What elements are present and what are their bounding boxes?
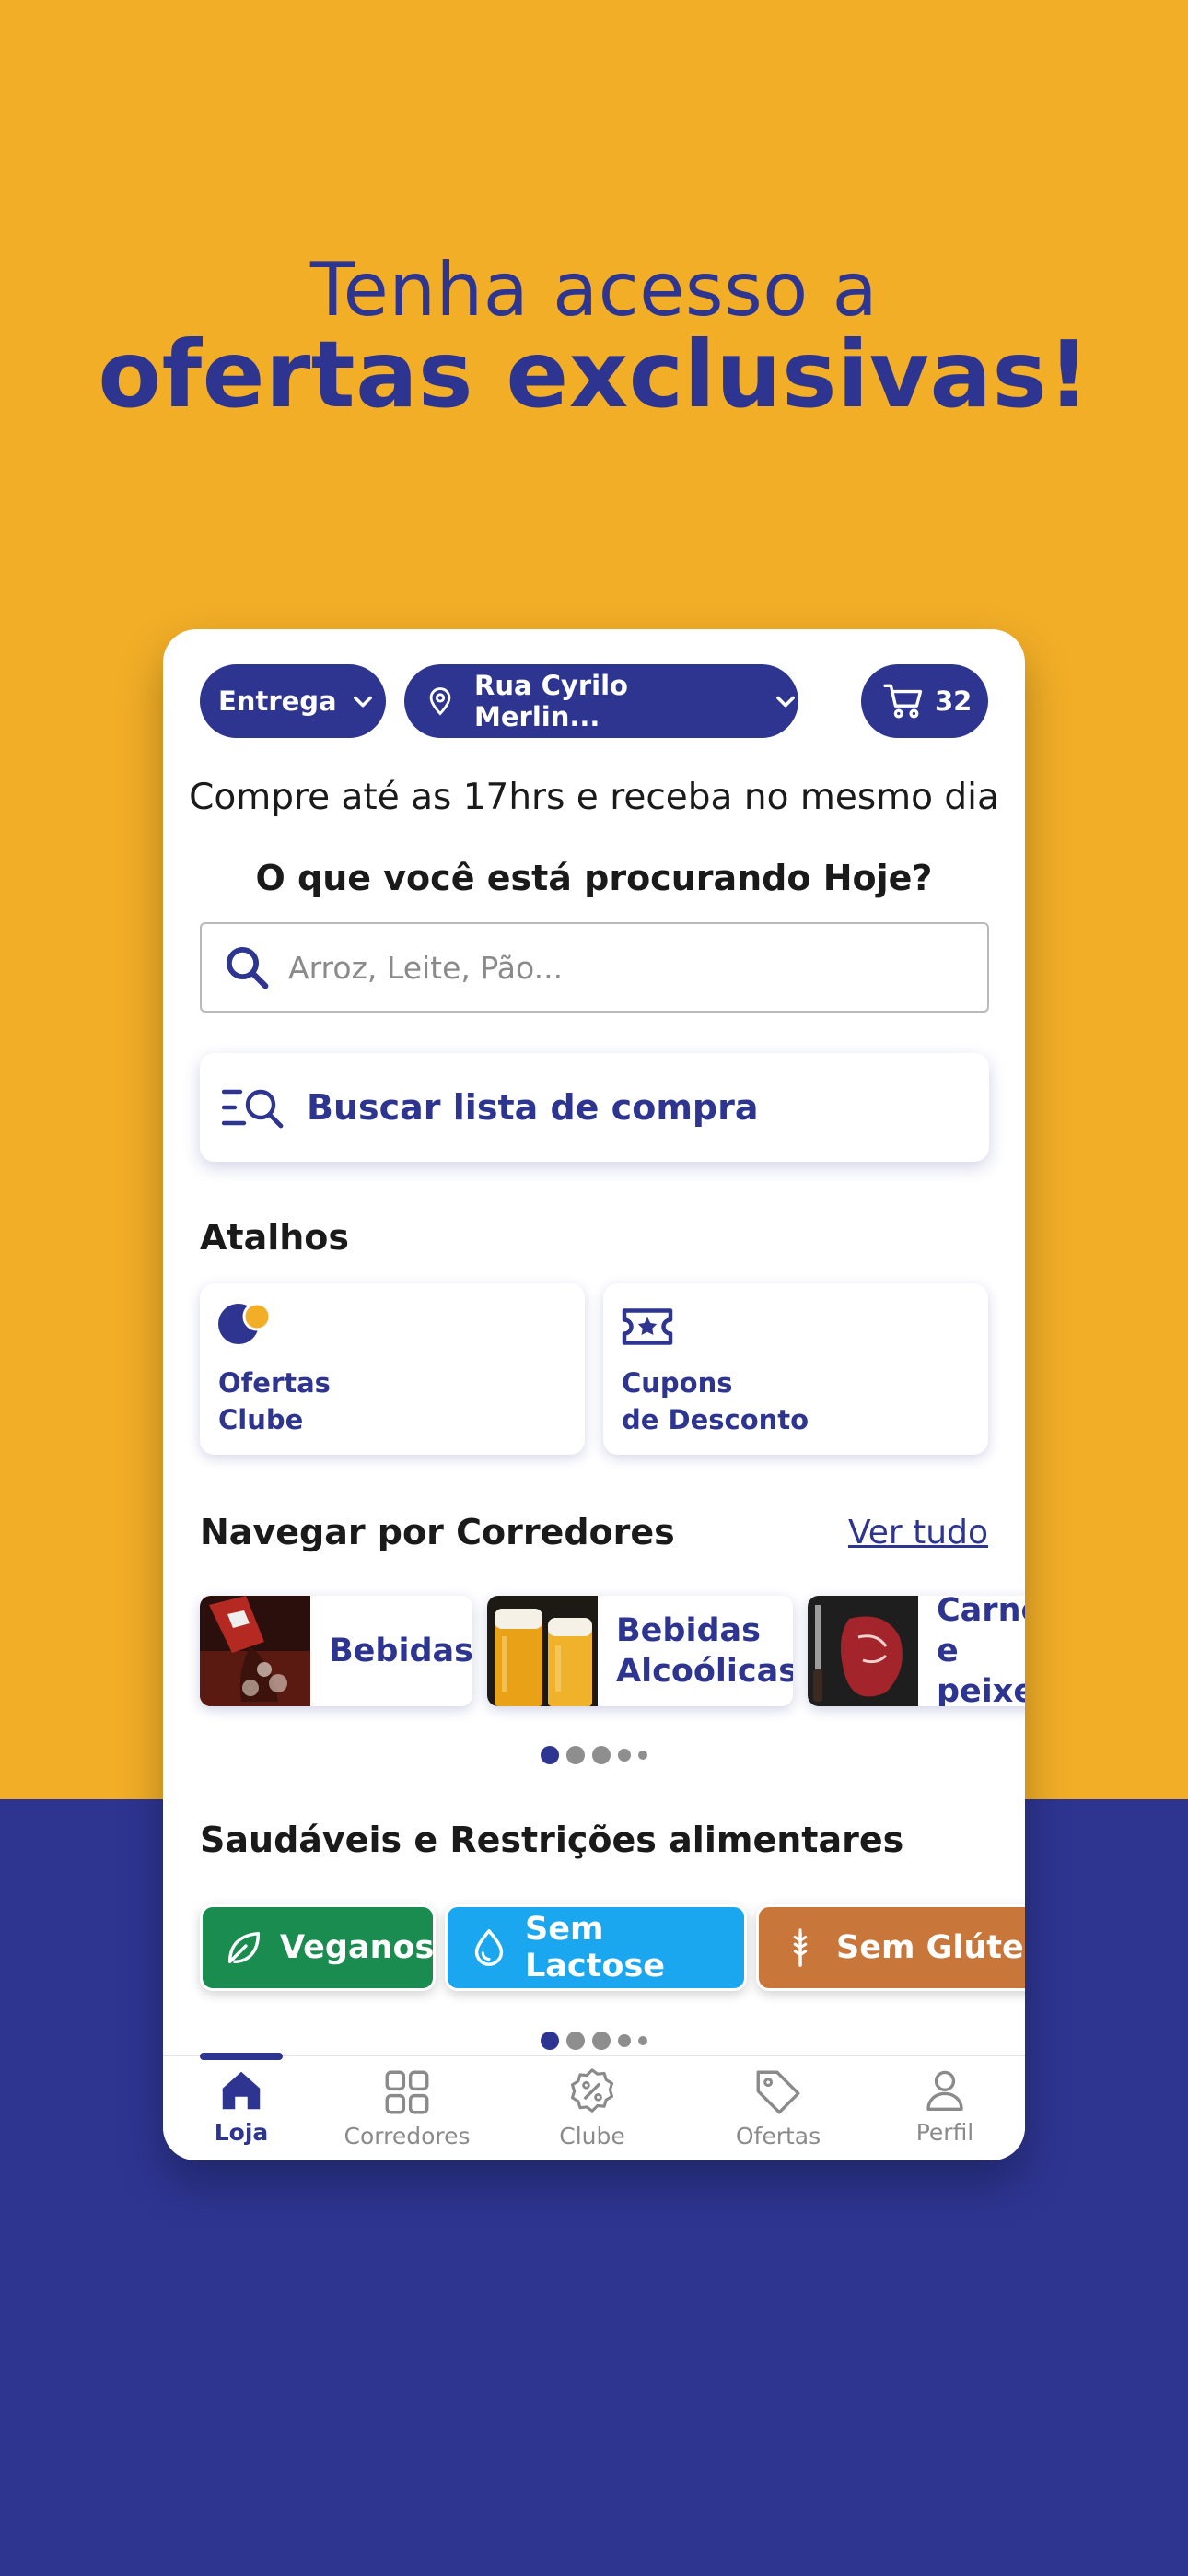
diet-label: Sem Glúten bbox=[836, 1929, 1025, 1966]
location-pin-icon bbox=[429, 687, 451, 716]
bottom-tab-bar: Loja Corredores Clube Ofertas Perfil bbox=[163, 2053, 1025, 2160]
promo-headline-line2: ofertas exclusivas! bbox=[98, 321, 1090, 428]
shopping-list-label: Buscar lista de compra bbox=[307, 1087, 759, 1128]
shortcut-ofertas-clube[interactable]: Ofertas Clube bbox=[200, 1283, 585, 1455]
app-content: Entrega Rua Cyrilo Merlin... 32 Compre a… bbox=[163, 629, 1025, 2055]
list-search-icon bbox=[222, 1089, 284, 1129]
aisles-title: Navegar por Corredores bbox=[200, 1512, 675, 1552]
aisle-card-carnes[interactable]: Carnes e peixes bbox=[808, 1596, 1025, 1706]
tab-label: Perfil bbox=[915, 2119, 974, 2146]
address-selector[interactable]: Rua Cyrilo Merlin... bbox=[404, 664, 798, 738]
aisle-card-bebidas[interactable]: Bebidas bbox=[200, 1596, 472, 1706]
tag-icon bbox=[756, 2070, 800, 2114]
shortcut-cupons[interactable]: Cupons de Desconto bbox=[603, 1283, 988, 1455]
search-bar[interactable] bbox=[200, 922, 989, 1013]
diet-sem-lactose[interactable]: Sem Lactose bbox=[445, 1904, 747, 1991]
diets-carousel-dots bbox=[163, 2032, 1025, 2050]
club-logo-icon bbox=[218, 1302, 272, 1344]
active-tab-indicator bbox=[200, 2053, 283, 2060]
aisle-label: Bebidas bbox=[329, 1633, 472, 1669]
steak-image bbox=[808, 1596, 918, 1706]
shortcuts-title: Atalhos bbox=[200, 1217, 350, 1258]
cart-count: 32 bbox=[935, 685, 973, 717]
diet-label: Sem Lactose bbox=[525, 1911, 666, 1985]
diet-veganos[interactable]: Veganos bbox=[200, 1904, 436, 1991]
tab-corredores[interactable]: Corredores bbox=[338, 2066, 476, 2149]
tab-ofertas[interactable]: Ofertas bbox=[709, 2066, 847, 2149]
aisle-label: Carnes e peixes bbox=[937, 1596, 1025, 1706]
tab-label: Clube bbox=[559, 2123, 625, 2149]
beer-image bbox=[487, 1596, 598, 1706]
percent-badge-icon bbox=[570, 2068, 614, 2113]
cart-icon bbox=[883, 684, 923, 719]
cart-button[interactable]: 32 bbox=[861, 664, 988, 738]
user-icon bbox=[926, 2070, 963, 2111]
search-input[interactable] bbox=[288, 949, 933, 986]
diet-sem-gluten[interactable]: Sem Glúten bbox=[756, 1904, 1025, 1991]
app-screen: Entrega Rua Cyrilo Merlin... 32 Compre a… bbox=[163, 629, 1025, 2160]
diet-label: Veganos bbox=[280, 1929, 435, 1966]
tab-perfil[interactable]: Perfil bbox=[876, 2066, 1014, 2146]
see-all-link[interactable]: Ver tudo bbox=[848, 1514, 988, 1551]
delivery-note: Compre até as 17hrs e receba no mesmo di… bbox=[189, 777, 999, 818]
delivery-mode-label: Entrega bbox=[218, 685, 337, 717]
soda-image bbox=[200, 1596, 310, 1706]
diets-title: Saudáveis e Restrições alimentares bbox=[200, 1820, 904, 1860]
home-icon bbox=[222, 2071, 261, 2110]
delivery-mode-selector[interactable]: Entrega bbox=[200, 664, 386, 738]
tab-loja[interactable]: Loja bbox=[172, 2066, 310, 2146]
aisle-label: Bebidas Alcoólicas bbox=[616, 1612, 793, 1690]
grid-icon bbox=[385, 2070, 429, 2114]
aisle-card-bebidas-alcoolicas[interactable]: Bebidas Alcoólicas bbox=[487, 1596, 793, 1706]
aisles-carousel-dots bbox=[163, 1746, 1025, 1764]
tab-clube[interactable]: Clube bbox=[523, 2066, 661, 2149]
shortcut-label: Ofertas Clube bbox=[218, 1367, 331, 1435]
wheat-icon bbox=[793, 1928, 808, 1967]
chevron-down-icon bbox=[353, 696, 372, 708]
chevron-down-icon bbox=[776, 696, 795, 708]
tab-label: Corredores bbox=[344, 2123, 471, 2149]
search-icon bbox=[226, 946, 269, 989]
shopping-list-button[interactable]: Buscar lista de compra bbox=[200, 1053, 989, 1162]
tab-label: Ofertas bbox=[735, 2123, 821, 2149]
ticket-star-icon bbox=[622, 1308, 673, 1345]
drop-icon bbox=[474, 1929, 504, 1966]
leaf-icon bbox=[227, 1931, 261, 1964]
search-question: O que você está procurando Hoje? bbox=[255, 858, 933, 898]
tab-label: Loja bbox=[214, 2119, 269, 2146]
shortcut-label: Cupons de Desconto bbox=[622, 1367, 809, 1435]
address-label: Rua Cyrilo Merlin... bbox=[474, 670, 628, 732]
